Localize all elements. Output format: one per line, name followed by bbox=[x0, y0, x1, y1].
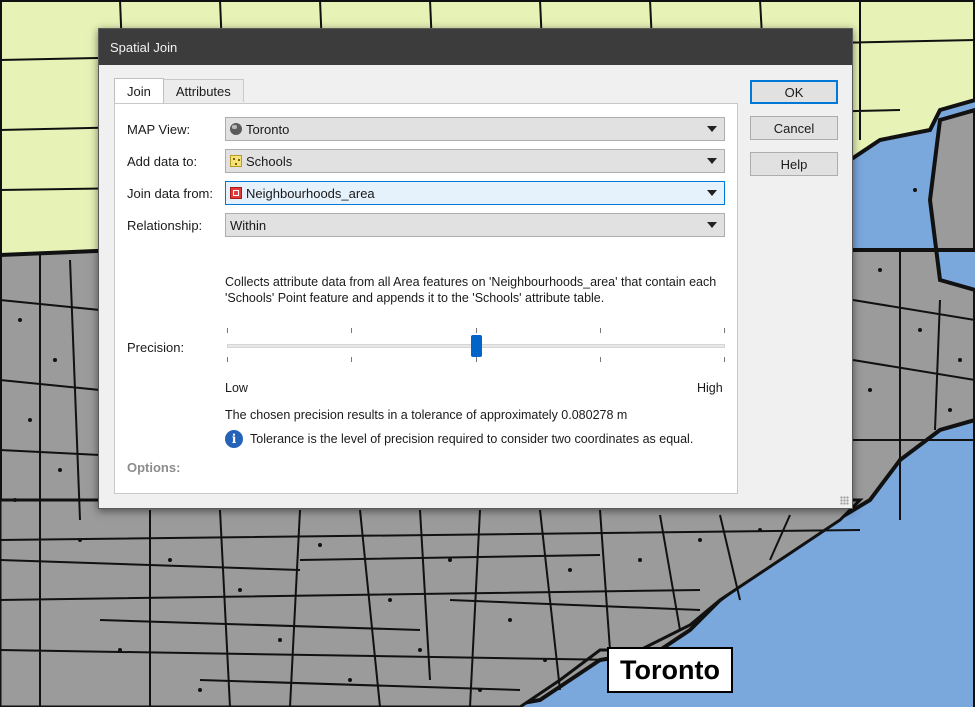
relationship-row: Relationship: Within bbox=[127, 213, 725, 237]
options-header[interactable]: Options: bbox=[127, 460, 180, 475]
join-data-select[interactable]: Neighbourhoods_area bbox=[225, 181, 725, 205]
slider-tick bbox=[351, 328, 352, 333]
add-data-row: Add data to: Schools bbox=[127, 149, 725, 173]
slider-tick bbox=[351, 357, 352, 362]
chevron-down-icon[interactable] bbox=[707, 126, 717, 132]
precision-label: Precision: bbox=[127, 340, 185, 355]
add-data-select[interactable]: Schools bbox=[225, 149, 725, 173]
join-description: Collects attribute data from all Area fe… bbox=[225, 275, 717, 305]
slider-tick bbox=[476, 328, 477, 333]
slider-tick bbox=[724, 357, 725, 362]
precision-high-label: High bbox=[697, 381, 723, 395]
map-view-label: MAP View: bbox=[127, 121, 191, 137]
info-text: Tolerance is the level of precision requ… bbox=[250, 432, 694, 446]
cancel-button[interactable]: Cancel bbox=[750, 116, 838, 140]
slider-tick bbox=[476, 357, 477, 362]
slider-tick bbox=[227, 357, 228, 362]
ok-button[interactable]: OK bbox=[750, 80, 838, 104]
slider-tick bbox=[227, 328, 228, 333]
point-layer-icon bbox=[230, 155, 242, 167]
join-data-value: Neighbourhoods_area bbox=[246, 185, 375, 201]
help-button[interactable]: Help bbox=[750, 152, 838, 176]
area-layer-icon bbox=[230, 187, 242, 199]
add-data-value: Schools bbox=[246, 153, 293, 169]
globe-icon bbox=[230, 123, 242, 135]
resize-grip-icon[interactable] bbox=[840, 496, 849, 505]
relationship-value: Within bbox=[230, 217, 267, 233]
tab-join[interactable]: Join bbox=[114, 78, 164, 103]
precision-slider[interactable] bbox=[227, 326, 725, 362]
precision-low-label: Low bbox=[225, 381, 248, 395]
map-view-value: Toronto bbox=[246, 121, 290, 137]
slider-tick bbox=[724, 328, 725, 333]
join-tab-panel: MAP View: Toronto Add data to: Schools J… bbox=[114, 103, 738, 494]
tab-strip: Join Attributes bbox=[114, 78, 244, 103]
join-data-row: Join data from: Neighbourhoods_area bbox=[127, 181, 725, 205]
slider-tick bbox=[600, 357, 601, 362]
map-city-label: Toronto bbox=[607, 647, 733, 693]
spatial-join-dialog: Spatial Join Join Attributes MAP View: T… bbox=[98, 28, 853, 509]
relationship-label: Relationship: bbox=[127, 217, 203, 233]
map-view-row: MAP View: Toronto bbox=[127, 117, 725, 141]
slider-tick bbox=[600, 328, 601, 333]
chevron-down-icon[interactable] bbox=[707, 158, 717, 164]
relationship-select[interactable]: Within bbox=[225, 213, 725, 237]
info-icon: i bbox=[225, 430, 243, 448]
info-note: i Tolerance is the level of precision re… bbox=[225, 430, 693, 448]
map-view-select[interactable]: Toronto bbox=[225, 117, 725, 141]
chevron-down-icon[interactable] bbox=[707, 222, 717, 228]
dialog-title: Spatial Join bbox=[110, 39, 178, 55]
tolerance-text: The chosen precision results in a tolera… bbox=[225, 408, 628, 422]
join-data-label: Join data from: bbox=[127, 185, 213, 201]
dialog-titlebar[interactable]: Spatial Join bbox=[99, 29, 852, 65]
chevron-down-icon[interactable] bbox=[707, 190, 717, 196]
slider-thumb[interactable] bbox=[471, 335, 482, 357]
add-data-label: Add data to: bbox=[127, 153, 198, 169]
tab-attributes[interactable]: Attributes bbox=[162, 79, 244, 102]
